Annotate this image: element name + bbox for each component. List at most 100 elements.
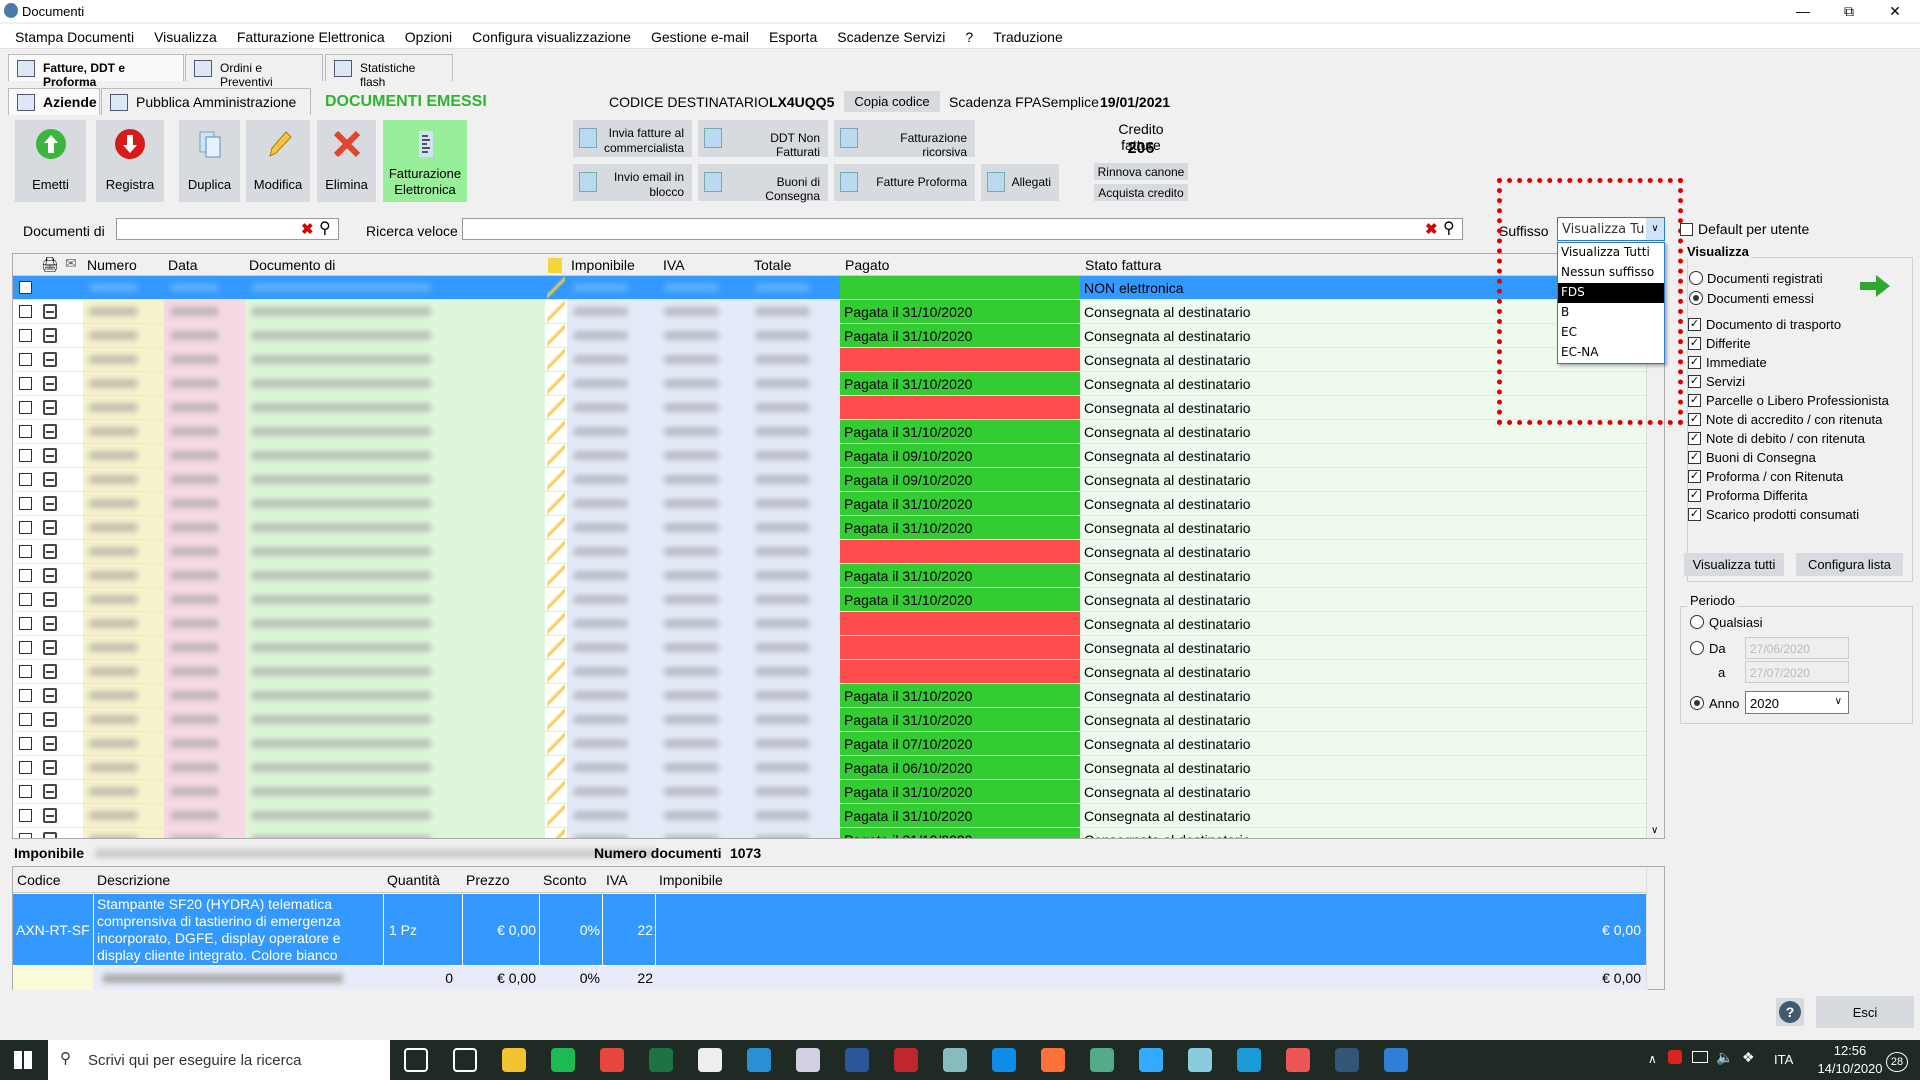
table-row[interactable]: Pagata il 06/10/2020 Consegnata al destin… — [13, 756, 1648, 780]
network-icon[interactable] — [1692, 1051, 1708, 1063]
suffisso-combo[interactable]: Visualizza Tu ∨ — [1557, 217, 1665, 241]
col-iva[interactable]: IVA — [663, 257, 685, 273]
app-icon[interactable] — [1188, 1048, 1212, 1072]
print-icon[interactable] — [43, 448, 57, 463]
table-row[interactable]: Pagata il 09/10/2020 Consegnata al destin… — [13, 468, 1648, 492]
table-row[interactable]: Consegnata al destinatario — [13, 612, 1648, 636]
print-icon[interactable] — [43, 352, 57, 367]
a-date-picker[interactable]: 27/07/2020 — [1745, 661, 1849, 683]
row-checkbox[interactable] — [19, 689, 32, 702]
col-prezzo[interactable]: Prezzo — [466, 872, 510, 888]
table-row[interactable]: Consegnata al destinatario — [13, 348, 1648, 372]
clock-time[interactable]: 12:56 — [1818, 1043, 1882, 1058]
col-imponibile[interactable]: Imponibile — [571, 257, 635, 273]
row-checkbox[interactable] — [19, 377, 32, 390]
row-checkbox[interactable] — [19, 449, 32, 462]
row-checkbox[interactable] — [19, 329, 32, 342]
row-checkbox[interactable] — [19, 833, 32, 838]
table-row[interactable]: Pagata il 31/10/2020Consegnata al destin… — [13, 804, 1648, 828]
task-view-icon[interactable] — [453, 1048, 477, 1072]
row-checkbox[interactable] — [19, 305, 32, 318]
edge-icon[interactable] — [747, 1048, 771, 1072]
table-row[interactable]: Pagata il 31/10/2020Consegnata al destin… — [13, 492, 1648, 516]
app-icon[interactable] — [796, 1048, 820, 1072]
menu-help[interactable]: ? — [955, 24, 983, 45]
print-icon[interactable] — [43, 520, 57, 535]
acquista-credito-button[interactable]: Acquista credito — [1094, 184, 1188, 201]
menu-esporta[interactable]: Esporta — [759, 24, 827, 45]
duplica-button[interactable]: Duplica — [179, 120, 240, 202]
table-row[interactable]: Pagata il 31/10/2020Consegnata al destin… — [13, 708, 1648, 732]
configura-lista-button[interactable]: Configura lista — [1796, 553, 1903, 576]
menu-scadenze[interactable]: Scadenze Servizi — [827, 24, 955, 45]
menu-opzioni[interactable]: Opzioni — [395, 24, 462, 45]
cortana-icon[interactable] — [404, 1048, 428, 1072]
col-pagato[interactable]: Pagato — [845, 257, 889, 273]
rinnova-canone-button[interactable]: Rinnova canone — [1094, 163, 1188, 180]
app-icon[interactable] — [1335, 1048, 1359, 1072]
radio-qualsiasi[interactable] — [1690, 615, 1704, 629]
table-row[interactable]: Consegnata al destinatario — [13, 660, 1648, 684]
app-icon[interactable] — [1286, 1048, 1310, 1072]
col-numero[interactable]: Numero — [87, 257, 137, 273]
modifica-button[interactable]: Modifica — [246, 120, 310, 202]
menu-stampa[interactable]: Stampa Documenti — [5, 24, 144, 45]
tab-fatture[interactable]: Fatture, DDT e Proforma — [8, 54, 184, 89]
fatture-proforma-button[interactable]: Fatture Proforma — [834, 164, 975, 201]
table-row[interactable]: Pagata il 07/10/2020 Consegnata al destin… — [13, 732, 1648, 756]
print-icon[interactable] — [43, 568, 57, 583]
print-icon[interactable] — [43, 544, 57, 559]
radio-documenti-emessi[interactable] — [1689, 291, 1703, 305]
ddt-non-fatturati-button[interactable]: DDT Non Fatturati — [698, 120, 828, 159]
row-checkbox[interactable] — [19, 473, 32, 486]
suffisso-option[interactable]: EC — [1558, 323, 1664, 343]
restore-button[interactable]: ⧉ — [1826, 0, 1872, 22]
fatturazione-elettronica-button[interactable]: Fatturazione Elettronica — [383, 120, 467, 202]
firefox-icon[interactable] — [1041, 1048, 1065, 1072]
row-checkbox[interactable] — [19, 425, 32, 438]
col-imponibile[interactable]: Imponibile — [659, 872, 723, 888]
app-icon[interactable] — [894, 1048, 918, 1072]
minimize-button[interactable]: — — [1780, 0, 1826, 22]
row-checkbox[interactable] — [19, 713, 32, 726]
menu-fatturazione[interactable]: Fatturazione Elettronica — [227, 24, 395, 45]
notification-center-icon[interactable]: 28 — [1886, 1052, 1908, 1072]
suffisso-option[interactable]: FDS — [1558, 283, 1664, 303]
print-icon[interactable] — [43, 472, 57, 487]
help-button[interactable]: ? — [1776, 998, 1804, 1026]
default-utente-checkbox[interactable] — [1680, 223, 1693, 236]
windows-start-icon[interactable] — [14, 1051, 32, 1069]
clear-icon[interactable]: ✖ — [1425, 220, 1438, 238]
excel-icon[interactable] — [649, 1048, 673, 1072]
row-checkbox[interactable] — [19, 497, 32, 510]
menu-configura[interactable]: Configura visualizzazione — [462, 24, 641, 45]
print-icon[interactable] — [43, 328, 57, 343]
col-stato[interactable]: Stato fattura — [1085, 257, 1161, 273]
col-documento-di[interactable]: Documento di — [249, 257, 335, 273]
table-row[interactable]: Pagata il 31/10/2020Consegnata al destin… — [13, 564, 1648, 588]
row-checkbox[interactable] — [19, 521, 32, 534]
col-iva[interactable]: IVA — [606, 872, 628, 888]
table-row[interactable]: Consegnata al destinatario — [13, 396, 1648, 420]
row-checkbox[interactable] — [19, 809, 32, 822]
menu-visualizza[interactable]: Visualizza — [144, 24, 227, 45]
ricerca-veloce-input[interactable] — [462, 218, 1463, 240]
copy-code-button[interactable]: Copia codice — [844, 91, 940, 112]
filter-checkbox[interactable]: ✓ — [1688, 356, 1701, 369]
emetti-button[interactable]: Emetti — [15, 120, 86, 202]
print-icon[interactable] — [43, 376, 57, 391]
allegati-button[interactable]: Allegati — [981, 164, 1059, 201]
print-icon[interactable] — [43, 616, 57, 631]
print-icon[interactable] — [43, 496, 57, 511]
visualizza-tutti-button[interactable]: Visualizza tutti — [1684, 553, 1784, 576]
esci-button[interactable]: Esci — [1816, 996, 1914, 1028]
search-icon[interactable]: ⚲ — [1443, 218, 1455, 238]
row-checkbox[interactable] — [19, 665, 32, 678]
row-checkbox[interactable] — [19, 593, 32, 606]
anno-select[interactable]: 2020 ∨ — [1745, 691, 1849, 714]
radio-da[interactable] — [1690, 641, 1704, 655]
app-icon[interactable] — [1139, 1048, 1163, 1072]
filter-checkbox[interactable]: ✓ — [1688, 318, 1701, 331]
filter-checkbox[interactable]: ✓ — [1688, 489, 1701, 502]
elimina-button[interactable]: Elimina — [317, 120, 376, 202]
